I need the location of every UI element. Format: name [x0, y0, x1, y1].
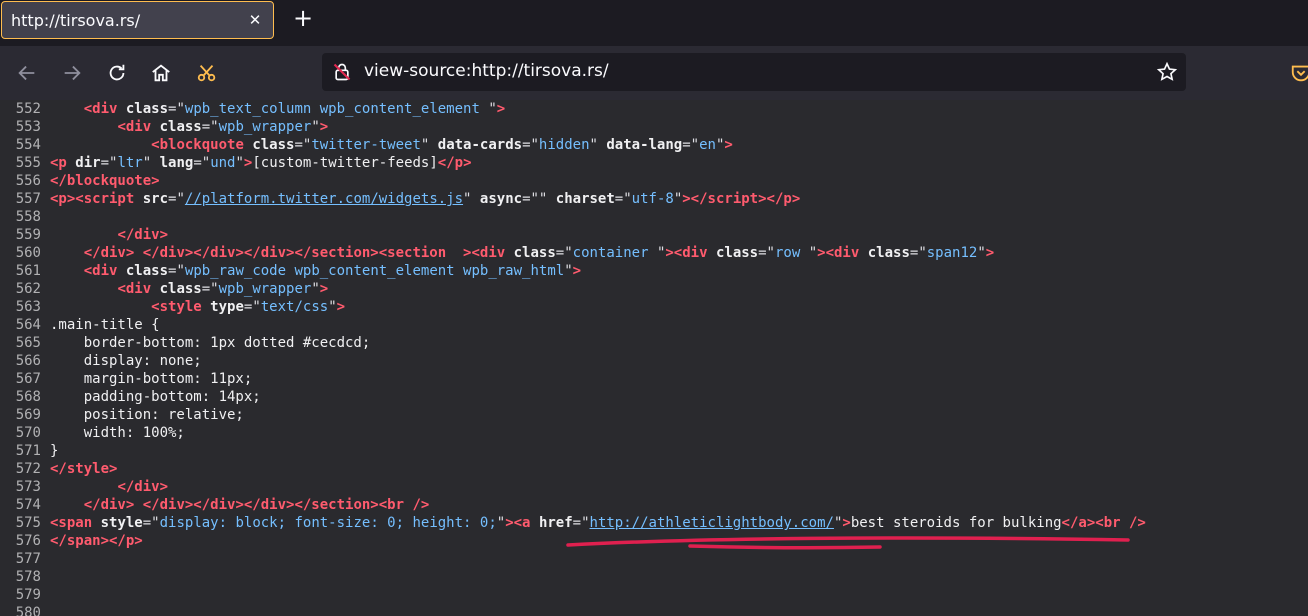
- address-bar[interactable]: view-source:http://tirsova.rs/: [322, 53, 1186, 91]
- reload-icon: [109, 64, 125, 81]
- view-source-content[interactable]: 552 <div class="wpb_text_column wpb_cont…: [0, 100, 1308, 616]
- pocket-icon[interactable]: [1290, 62, 1308, 84]
- insecure-lock-icon[interactable]: [332, 62, 352, 82]
- home-button[interactable]: [146, 58, 176, 88]
- tab-strip: http://tirsova.rs/ ✕ +: [0, 0, 1308, 46]
- screenshot-button[interactable]: [192, 58, 222, 88]
- home-icon: [152, 64, 170, 82]
- tab-title: http://tirsova.rs/: [11, 11, 141, 30]
- scissors-icon: [197, 65, 216, 82]
- bookmark-star-icon[interactable]: [1156, 61, 1178, 83]
- back-button[interactable]: [12, 58, 42, 88]
- forward-button[interactable]: [57, 58, 87, 88]
- arrow-right-icon: [64, 65, 81, 81]
- navigation-toolbar: view-source:http://tirsova.rs/: [0, 46, 1308, 100]
- red-annotation-underline: [566, 536, 1130, 550]
- new-tab-button[interactable]: +: [290, 6, 316, 32]
- arrow-left-icon: [18, 65, 35, 81]
- close-icon[interactable]: ✕: [245, 10, 265, 30]
- url-text[interactable]: view-source:http://tirsova.rs/: [364, 61, 609, 81]
- tab-active[interactable]: http://tirsova.rs/ ✕: [1, 1, 274, 39]
- reload-button[interactable]: [102, 58, 132, 88]
